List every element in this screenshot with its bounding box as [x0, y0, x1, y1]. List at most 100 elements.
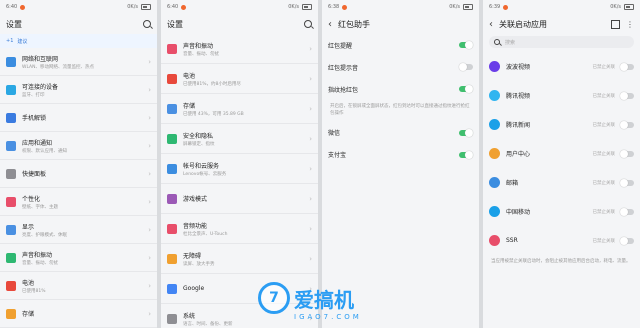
settings-item-icon [167, 43, 177, 54]
toggle-switch[interactable] [620, 91, 634, 100]
settings-item-icon [167, 73, 177, 84]
settings-item[interactable]: 手机解锁 › [0, 104, 157, 132]
status-time: 6:38 [328, 4, 340, 10]
settings-item[interactable]: 电池 已使用81% › [0, 272, 157, 300]
network-speed: 0K/s [449, 4, 460, 10]
chevron-right-icon: › [148, 253, 151, 262]
app-name: 用户中心 [506, 151, 531, 158]
settings-item[interactable]: 显示 亮度、护眼模式、休眠 › [0, 216, 157, 244]
toggle-switch[interactable] [459, 150, 473, 159]
settings-item[interactable]: 无障碍 读屏、放大手势 › [161, 244, 318, 274]
toggle-switch[interactable] [620, 207, 634, 216]
settings-item[interactable]: 存储 已使用 43%，可用 35.89 GB › [161, 94, 318, 124]
header: ‹ 红包助手 [322, 14, 479, 34]
search-placeholder: 搜索 [505, 39, 516, 46]
settings-item-subtitle: 杜比全景声、U-Touch [183, 231, 228, 237]
header: 设置 [161, 14, 318, 34]
app-item[interactable]: 腾讯新闻 已禁止关联 [483, 110, 640, 139]
back-arrow-icon[interactable]: ‹ [328, 19, 338, 30]
toggle-row[interactable]: 红包提醒 [322, 34, 479, 56]
settings-item-icon [167, 253, 177, 264]
settings-item-title: 网络和互联网 [22, 55, 59, 63]
toggle-switch[interactable] [459, 41, 473, 49]
toggle-row[interactable]: 支付宝 [322, 144, 479, 166]
toggle-switch[interactable] [459, 85, 473, 93]
settings-item-title: 无障碍 [183, 252, 202, 260]
chevron-right-icon: › [148, 309, 151, 318]
settings-item[interactable]: 个性化 壁纸、字体、主题 › [0, 188, 157, 216]
network-speed: 0K/s [288, 4, 299, 10]
chevron-right-icon: › [309, 134, 312, 143]
settings-item-title: 声音和振动 [22, 251, 53, 259]
settings-item-icon [6, 252, 16, 263]
toggle-label: 微信 [328, 130, 341, 137]
settings-item[interactable]: 音频功能 杜比全景声、U-Touch › [161, 214, 318, 244]
suggestion-label: 建议 [17, 38, 28, 45]
settings-item-subtitle: 壁纸、字体、主题 [22, 204, 58, 210]
suggestion-count: +1 [6, 38, 14, 44]
app-item[interactable]: 中国移动 已禁止关联 [483, 197, 640, 226]
settings-item[interactable]: 电池 已使用81%，约8小时后用尽 › [161, 64, 318, 94]
settings-item-icon [6, 56, 16, 67]
toggle-switch[interactable] [620, 236, 634, 245]
settings-item-icon [6, 224, 16, 235]
toggle-switch[interactable] [620, 149, 634, 158]
back-arrow-icon[interactable]: ‹ [489, 19, 499, 30]
search-icon[interactable] [143, 20, 151, 28]
settings-item[interactable]: 应用和通知 权限、默认应用、通知 › [0, 132, 157, 160]
status-bar: 6:40 0K/s [0, 0, 157, 14]
app-icon [489, 206, 500, 217]
toggle-row[interactable]: 红包提示音 [322, 56, 479, 78]
search-icon[interactable] [304, 20, 312, 28]
settings-item-title: 声音和振动 [183, 42, 214, 50]
toggle-row[interactable]: 微信 [322, 122, 479, 144]
settings-item-title: 可连接的设备 [22, 83, 59, 91]
more-icon[interactable]: ⋮ [626, 20, 634, 29]
suggestion-bar[interactable]: +1 建议 [0, 34, 157, 48]
page-title: 红包助手 [338, 19, 370, 29]
settings-item-title: 手机解锁 [22, 115, 47, 122]
search-input[interactable]: 搜索 [489, 36, 634, 48]
settings-item[interactable]: 可连接的设备 蓝牙、打印 › [0, 76, 157, 104]
toggle-label: 支付宝 [328, 152, 347, 159]
toggle-switch[interactable] [620, 178, 634, 187]
app-item[interactable]: 波波视频 已禁止关联 [483, 52, 640, 81]
edit-icon[interactable] [611, 19, 620, 29]
app-name: 波波视频 [506, 64, 531, 71]
status-bar: 6:39 0K/s [483, 0, 640, 14]
toggle-label: 红包提示音 [328, 64, 359, 72]
watermark-text: 爱搞机 [294, 287, 354, 312]
settings-item[interactable]: 帐号和云服务 Lenovo帐号、云服务 › [161, 154, 318, 184]
toggle-row[interactable]: 指纹抢红包 [322, 78, 479, 100]
app-status: 已禁止关联 [592, 238, 616, 244]
app-item[interactable]: 用户中心 已禁止关联 [483, 139, 640, 168]
app-status: 已禁止关联 [592, 93, 616, 99]
app-list: 波波视频 已禁止关联 腾讯视频 已禁止关联 腾讯新闻 已禁止关联 用户中心 已禁止关联 邮箱 已禁… [483, 52, 640, 255]
settings-item[interactable]: 声音和振动 音量、振动、勿扰 › [161, 34, 318, 64]
status-time: 6:40 [167, 4, 179, 10]
settings-item-text: 存储 已使用 43%，可用 35.89 GB [183, 101, 309, 117]
network-speed: 0K/s [127, 4, 138, 10]
settings-item[interactable]: 声音和振动 音量、振动、勿扰 › [0, 244, 157, 272]
settings-item-icon [167, 103, 177, 114]
settings-item[interactable]: 存储 › [0, 300, 157, 328]
settings-panel-1: 6:40 0K/s 设置 +1 建议 网络和互联网 WLAN、移动网络、流量监控、… [0, 0, 157, 328]
chevron-right-icon: › [309, 104, 312, 113]
settings-item[interactable]: 游戏模式 › [161, 184, 318, 214]
chevron-right-icon: › [148, 141, 151, 150]
settings-item-title: 显示 [22, 223, 35, 231]
chevron-right-icon: › [148, 85, 151, 94]
app-item[interactable]: 腾讯视频 已禁止关联 [483, 81, 640, 110]
toggle-switch[interactable] [620, 120, 634, 129]
toggle-switch[interactable] [459, 128, 473, 137]
settings-item[interactable]: 安全和隐私 屏幕锁定、指纹 › [161, 124, 318, 154]
settings-item-text: 显示 亮度、护眼模式、休眠 [22, 222, 148, 238]
app-item[interactable]: 邮箱 已禁止关联 [483, 168, 640, 197]
settings-item-text: 存储 [22, 309, 148, 318]
settings-item[interactable]: 快捷面板 › [0, 160, 157, 188]
app-item[interactable]: SSR 已禁止关联 [483, 226, 640, 255]
toggle-switch[interactable] [620, 62, 634, 71]
toggle-switch[interactable] [459, 63, 473, 71]
app-name: 腾讯新闻 [506, 122, 531, 129]
settings-item[interactable]: 网络和互联网 WLAN、移动网络、流量监控、热点 › [0, 48, 157, 76]
